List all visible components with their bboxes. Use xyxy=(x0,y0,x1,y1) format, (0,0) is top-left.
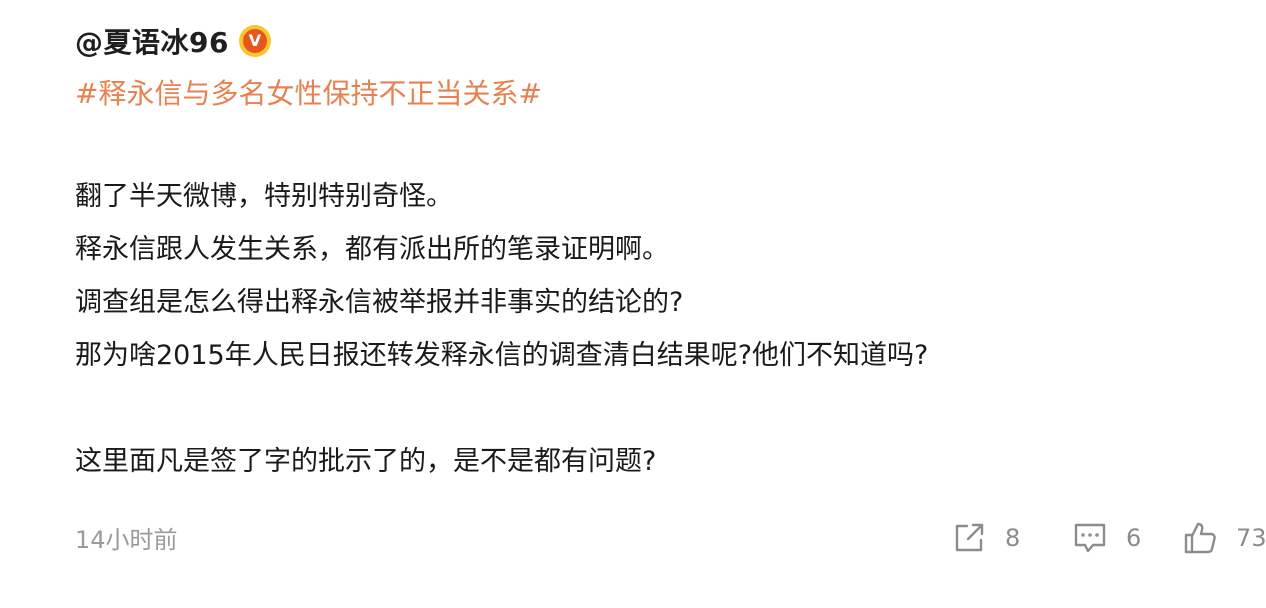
body-line-blank xyxy=(75,382,1225,435)
weibo-post: @夏语冰96 V #释永信与多名女性保持不正当关系# 翻了半天微博，特别特别奇怪… xyxy=(75,0,1266,608)
forward-button[interactable]: 8 xyxy=(951,516,1020,560)
body-line: 这里面凡是签了字的批示了的，是不是都有问题? xyxy=(75,446,657,477)
forward-count: 8 xyxy=(1005,524,1021,552)
hashtag-topic[interactable]: #释永信与多名女性保持不正当关系# xyxy=(75,72,542,112)
share-forward-icon xyxy=(951,520,987,556)
thumbs-up-icon xyxy=(1182,520,1218,556)
post-footer: 14小时前 8 6 73 xyxy=(75,516,1266,560)
comment-count: 6 xyxy=(1126,524,1142,552)
body-line: 调查组是怎么得出释永信被举报并非事实的结论的? xyxy=(75,287,684,318)
like-count: 73 xyxy=(1236,524,1266,552)
comment-bubble-icon xyxy=(1072,520,1108,556)
body-line: 释永信跟人发生关系，都有派出所的笔录证明啊。 xyxy=(75,234,669,265)
like-button[interactable]: 73 xyxy=(1182,516,1266,560)
body-line: 翻了半天微博，特别特别奇怪。 xyxy=(75,181,453,212)
post-timestamp: 14小时前 xyxy=(75,526,178,554)
comment-button[interactable]: 6 xyxy=(1072,516,1141,560)
author-mention[interactable]: @夏语冰96 xyxy=(75,21,229,61)
verified-badge-letter: V xyxy=(242,29,267,53)
post-body: 翻了半天微博，特别特别奇怪。 释永信跟人发生关系，都有派出所的笔录证明啊。 调查… xyxy=(75,170,1225,488)
verified-badge-icon: V xyxy=(238,25,271,57)
body-line: 那为啥2015年人民日报还转发释永信的调查清白结果呢?他们不知道吗? xyxy=(75,340,929,371)
author-row: @夏语冰96 V xyxy=(75,20,271,62)
